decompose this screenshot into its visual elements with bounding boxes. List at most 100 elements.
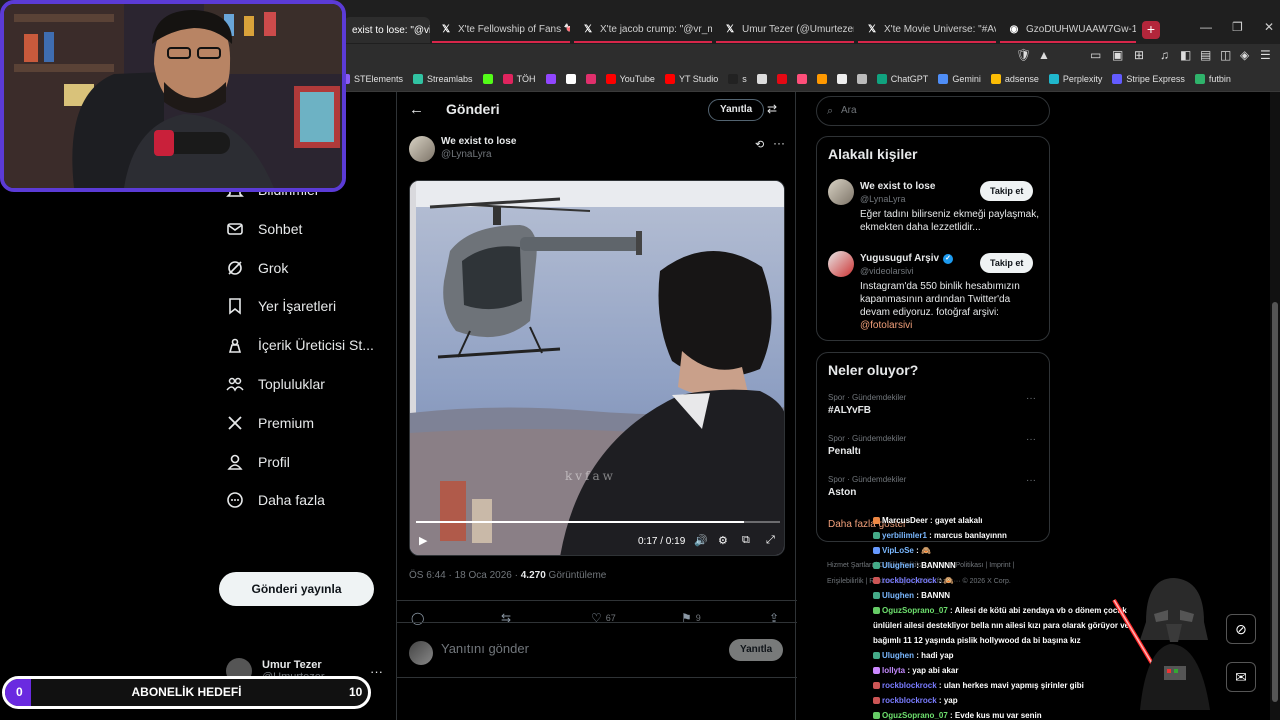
bookmark-item[interactable] — [856, 73, 867, 84]
maximize-icon[interactable]: ❐ — [1232, 20, 1243, 34]
nav-item-yer-i-şaretleri[interactable]: Yer İşaretleri — [226, 294, 336, 318]
post-author[interactable]: We exist to lose @LynaLyra — [409, 136, 516, 162]
trend-item[interactable]: Spor · Gündemdekiler Aston ··· — [828, 475, 1042, 498]
new-tab-button[interactable]: + — [1142, 21, 1160, 39]
grok-icon[interactable]: ⊘ — [1226, 614, 1256, 644]
wallet-icon[interactable]: ◫ — [1220, 48, 1231, 62]
play-icon[interactable]: ▶ — [419, 534, 427, 547]
follow-button[interactable]: Takip et — [980, 181, 1034, 201]
chat-separator: : — [936, 696, 944, 705]
scrollbar-thumb[interactable] — [1272, 302, 1278, 702]
chat-message: VipLoSe : 🙈 — [873, 543, 1143, 558]
trend-name: Aston — [828, 487, 857, 498]
video-progress-bar[interactable] — [416, 521, 780, 523]
avatar[interactable] — [828, 179, 854, 205]
trend-category: Spor · Gündemdekiler — [828, 393, 907, 402]
bookmark-item[interactable] — [545, 73, 556, 84]
messages-icon[interactable]: ✉ — [1226, 662, 1256, 692]
pip-icon[interactable]: ⧉ — [742, 534, 750, 547]
grok-icon[interactable]: ⟲ — [755, 138, 764, 151]
bookmark-item[interactable]: s — [728, 73, 747, 84]
person-name[interactable]: Yugusuguf Arşiv ✓ — [860, 253, 954, 264]
nav-item-daha-fazla[interactable]: Daha fazla — [226, 488, 325, 512]
close-window-icon[interactable]: ✕ — [1264, 20, 1274, 34]
bookmark-item[interactable] — [836, 73, 847, 84]
avatar[interactable] — [828, 251, 854, 277]
browser-tab[interactable]: ◉GzoDtUHWUAAW7Gw-1-1536✕ — [1000, 17, 1136, 43]
bookmark-item[interactable]: Perplexity — [1048, 73, 1102, 84]
bookmark-item[interactable]: Stripe Express — [1112, 73, 1185, 84]
browser-tab[interactable]: 𝕏Umur Tezer (@Umurtezer) / X✕ — [716, 17, 854, 43]
settings-gear-icon[interactable]: ⚙ — [718, 534, 728, 547]
bookmark-item[interactable] — [756, 73, 767, 84]
bookmark-item[interactable]: Streamlabs — [413, 73, 473, 84]
bookmark-item[interactable] — [565, 73, 576, 84]
bookmark-item[interactable]: YT Studio — [664, 73, 718, 84]
post-timestamp[interactable]: ÖS 6:44 · 18 Oca 2026 · — [409, 570, 521, 581]
filter-icon[interactable]: ⇄ — [767, 102, 777, 116]
trend-item[interactable]: Spor · Gündemdekiler #ALYvFB ··· — [828, 393, 1042, 416]
bio-link[interactable]: @fotolarsivi — [860, 319, 1042, 332]
reply-input[interactable]: Yanıtını gönder — [441, 641, 529, 656]
author-handle: @LynaLyra — [441, 149, 492, 160]
follow-button[interactable]: Takip et — [980, 253, 1034, 273]
bookmark-item[interactable]: STElements — [340, 73, 403, 84]
nav-item-i-çerik-üreticisi-st-[interactable]: İçerik Üreticisi St... — [226, 333, 374, 357]
bookmark-item[interactable]: YouTube — [605, 73, 655, 84]
post-more-icon[interactable]: ··· — [773, 136, 785, 150]
nav-item-topluluklar[interactable]: Topluluklar — [226, 372, 325, 396]
nav-item-label: Sohbet — [258, 220, 303, 237]
browser-tab[interactable]: exist to lose: "@vi✕ — [344, 17, 430, 43]
menu-icon[interactable]: ☰ — [1260, 48, 1271, 62]
minimize-icon[interactable]: — — [1200, 20, 1212, 34]
more-icon[interactable]: ··· — [1026, 475, 1036, 486]
sidebar-icon[interactable]: ◧ — [1180, 48, 1191, 62]
extension-icon[interactable]: ▭ — [1090, 48, 1101, 62]
bookmark-item[interactable] — [796, 73, 807, 84]
vpn-icon[interactable]: ◈ — [1240, 48, 1249, 62]
extension-icon[interactable]: ▣ — [1112, 48, 1123, 62]
more-icon[interactable]: ··· — [1026, 434, 1036, 445]
search-icon: ⌕ — [827, 105, 834, 117]
brave-rewards-icon[interactable]: ▲ — [1038, 48, 1050, 62]
more-icon[interactable]: ··· — [1026, 393, 1036, 404]
reply-submit-button[interactable]: Yanıtla — [729, 639, 784, 661]
reply-header-button[interactable]: Yanıtla — [708, 99, 765, 121]
nav-item-profil[interactable]: Profil — [226, 450, 290, 474]
nav-item-sohbet[interactable]: Sohbet — [226, 217, 302, 241]
page-scrollbar[interactable] — [1270, 92, 1280, 720]
extension-icon[interactable]: ⊞ — [1134, 48, 1144, 62]
trend-item[interactable]: Spor · Gündemdekiler Penaltı ··· — [828, 434, 1042, 457]
search-input[interactable]: ⌕ Ara — [816, 96, 1050, 126]
wallet-icon[interactable]: ▤ — [1200, 48, 1211, 62]
person-bio-text: Eğer tadını bilirseniz ekmeği paylaşmak,… — [860, 209, 1039, 233]
post-video[interactable]: kvfaw ▶ 0:17 / 0:19 🔊 ⚙ ⧉ ⤢ — [409, 180, 785, 556]
bookmark-item[interactable] — [816, 73, 827, 84]
page-title: Gönderi — [446, 101, 500, 117]
chat-text: marcus banlayınnn — [934, 531, 1007, 540]
volume-icon[interactable]: 🔊 — [694, 534, 708, 547]
main-header: ← Gönderi Yanıtla ⇄ — [397, 92, 797, 128]
bookmark-item[interactable] — [776, 73, 787, 84]
bookmark-item[interactable]: TÖH — [502, 73, 536, 84]
bookmark-item[interactable]: ChatGPT — [876, 73, 928, 84]
browser-tab[interactable]: 𝕏X'te jacob crump: "@vr_mcu Sc✕ — [574, 17, 712, 43]
browser-tab[interactable]: 𝕏X'te Movie Universe: "#Avenge✕ — [858, 17, 996, 43]
nav-item-premium[interactable]: Premium — [226, 411, 314, 435]
post-button[interactable]: Gönderi yayınla — [219, 572, 374, 606]
browser-tab[interactable]: 𝕏X'te Fellowship of Fans 🍬: "🍓✕ — [432, 17, 570, 43]
music-icon[interactable]: ♫ — [1160, 48, 1169, 62]
account-more-button[interactable]: ··· — [370, 664, 383, 679]
bookmark-item[interactable]: adsense — [990, 73, 1039, 84]
bookmark-item[interactable]: Gemini — [938, 73, 981, 84]
back-arrow-icon[interactable]: ← — [409, 101, 424, 118]
bookmark-item[interactable] — [585, 73, 596, 84]
bookmark-favicon-icon — [938, 73, 949, 84]
bookmark-item[interactable]: futbin — [1194, 73, 1231, 84]
chat-message: OguzSoprano_07 : Evde kus mu var senin — [873, 708, 1143, 720]
brave-shield-icon[interactable]: 🛡 — [1016, 48, 1031, 62]
bookmark-item[interactable] — [482, 73, 493, 84]
fullscreen-icon[interactable]: ⤢ — [766, 534, 775, 547]
person-name[interactable]: We exist to lose — [860, 181, 935, 192]
nav-item-grok[interactable]: Grok — [226, 256, 288, 280]
